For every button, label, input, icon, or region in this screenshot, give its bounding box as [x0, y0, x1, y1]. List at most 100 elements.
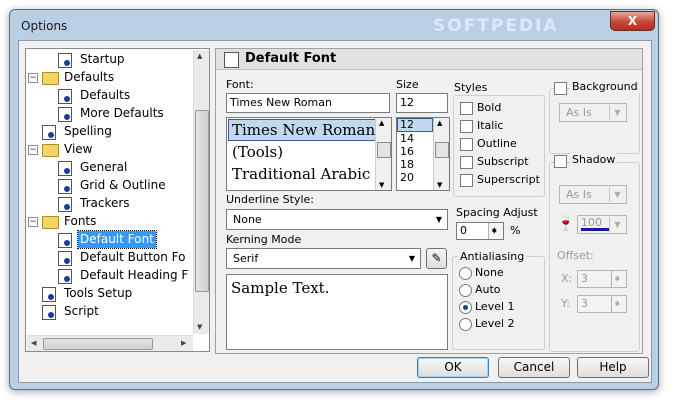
scroll-up-icon[interactable]: ▲ [379, 119, 384, 127]
tree-item[interactable]: More Defaults [26, 105, 192, 122]
title-bar[interactable]: Options SOFTPEDIA X [10, 10, 658, 40]
close-button[interactable]: X [610, 11, 655, 31]
style-checkbox[interactable] [460, 138, 473, 151]
offset-x-label: X: [561, 272, 573, 285]
tree-item[interactable]: − Defaults [26, 69, 192, 86]
font-list-scroll-thumb[interactable] [377, 142, 391, 158]
scroll-up-icon[interactable]: ▲ [437, 119, 442, 127]
tree-item[interactable]: Trackers [26, 195, 192, 212]
style-checkbox[interactable] [460, 120, 473, 133]
font-name-input[interactable]: Times New Roman [226, 93, 390, 113]
page-icon [58, 197, 72, 212]
page-icon [58, 179, 72, 194]
shadow-color-swatch [581, 228, 611, 231]
tree-hscroll-thumb[interactable] [43, 338, 153, 350]
shadow-label: Shadow [570, 153, 618, 166]
background-dropdown[interactable]: As Is ▼ [559, 103, 627, 122]
antialias-radio[interactable] [459, 301, 472, 314]
tree-item-label: Startup [80, 52, 125, 66]
chevron-down-icon: ▼ [609, 187, 625, 202]
style-label: Subscript [477, 155, 529, 168]
size-list-item[interactable]: 20 [400, 171, 414, 184]
spacing-spin-buttons[interactable] [488, 222, 503, 240]
scroll-down-icon[interactable]: ▼ [379, 181, 384, 189]
tree-item[interactable]: General [26, 159, 192, 176]
tree-item[interactable]: − Fonts [26, 213, 192, 230]
scroll-down-icon[interactable]: ▼ [197, 323, 202, 331]
size-list-item[interactable]: 18 [400, 158, 414, 171]
scroll-left-icon[interactable]: ◀ [31, 339, 36, 347]
kerning-edit-button[interactable]: ✎ [426, 248, 447, 269]
scroll-down-icon[interactable]: ▼ [437, 181, 442, 189]
spacing-label: Spacing Adjust [456, 206, 538, 219]
collapse-toggle-icon[interactable]: − [28, 73, 38, 83]
page-icon [58, 251, 72, 266]
page-icon [42, 305, 56, 320]
font-list-item[interactable]: Traditional Arabic [232, 164, 370, 184]
tree-item[interactable]: Default Button Fo [26, 249, 192, 266]
tree-item-label: Tools Setup [64, 286, 133, 300]
spacing-spinner[interactable]: 0 [456, 222, 504, 240]
tree-item[interactable]: Startup [26, 51, 192, 68]
shadow-checkbox[interactable] [554, 155, 567, 168]
ok-button[interactable]: OK [417, 357, 489, 378]
offset-y-spinner[interactable]: 3 [577, 295, 627, 313]
background-value: As Is [566, 106, 592, 119]
tree-item[interactable]: − View [26, 141, 192, 158]
underline-style-dropdown[interactable]: None ▼ [226, 209, 448, 230]
default-font-panel: Default Font Font: Times New Roman Times… [215, 48, 643, 354]
style-checkbox[interactable] [460, 156, 473, 169]
tree-item-label: Defaults [64, 70, 115, 84]
antialias-radio[interactable] [459, 318, 472, 331]
chevron-down-icon: ▼ [408, 254, 415, 263]
offset-x-spin-buttons[interactable] [611, 270, 626, 288]
offset-y-spin-buttons[interactable] [611, 295, 626, 313]
tree-scroll-thumb[interactable] [195, 110, 209, 292]
antialias-radio[interactable] [459, 284, 472, 297]
page-icon [58, 233, 72, 248]
antialias-radio[interactable] [459, 267, 472, 280]
font-page-icon [224, 52, 239, 68]
size-list-scroll-thumb[interactable] [435, 142, 449, 158]
collapse-toggle-icon[interactable]: − [28, 145, 38, 155]
tree-item[interactable]: Tools Setup [26, 285, 192, 302]
cancel-button[interactable]: Cancel [498, 357, 570, 378]
tree-item-label: Grid & Outline [80, 178, 166, 192]
size-list-item[interactable]: 12 [397, 118, 433, 132]
tree-item[interactable]: Default Heading F [26, 267, 192, 284]
font-list-item[interactable]: Times New Roman [227, 119, 380, 141]
kerning-mode-dropdown[interactable]: Serif ▼ [226, 248, 421, 269]
tree-item[interactable]: Grid & Outline [26, 177, 192, 194]
tree-vertical-scrollbar[interactable]: ▲ ▼ [193, 50, 209, 334]
scroll-up-icon[interactable]: ▲ [197, 52, 202, 60]
size-list[interactable]: 12 14 16 18 20 ▲ ▼ [396, 117, 450, 191]
tree-item[interactable]: Spelling [26, 123, 192, 140]
size-list-scrollbar[interactable]: ▲ ▼ [433, 118, 449, 190]
help-button[interactable]: Help [577, 357, 649, 378]
options-tree[interactable]: Startup − Defaults Defaults More Defaults Spe… [25, 48, 210, 352]
style-label: Superscript [477, 173, 540, 186]
shadow-color-dropdown[interactable]: 100 ▼ [577, 215, 627, 234]
folder-icon [42, 144, 59, 157]
tree-horizontal-scrollbar[interactable]: ◀ ▶ [27, 335, 193, 351]
page-icon [58, 89, 72, 104]
size-list-item[interactable]: 14 [400, 132, 414, 145]
style-label: Bold [477, 101, 502, 114]
background-checkbox[interactable] [554, 82, 567, 95]
font-list-scrollbar[interactable]: ▲ ▼ [375, 118, 391, 190]
shadow-dropdown[interactable]: As Is ▼ [559, 185, 627, 204]
font-list-item[interactable]: (Tools) [232, 142, 283, 162]
font-list[interactable]: Times New Roman (Tools) Traditional Arab… [226, 117, 392, 191]
style-checkbox[interactable] [460, 174, 473, 187]
tree-item[interactable]: Defaults [26, 87, 192, 104]
tree-item[interactable]: Script [26, 303, 192, 320]
offset-x-spinner[interactable]: 3 [577, 270, 627, 288]
collapse-toggle-icon[interactable]: − [28, 217, 38, 227]
tree-item[interactable]: Default Font [26, 230, 192, 249]
size-input[interactable]: 12 [396, 93, 448, 113]
page-icon [58, 269, 72, 284]
scroll-right-icon[interactable]: ▶ [181, 339, 186, 347]
chevron-down-icon: ▼ [609, 217, 625, 232]
style-checkbox[interactable] [460, 102, 473, 115]
size-list-item[interactable]: 16 [400, 145, 414, 158]
